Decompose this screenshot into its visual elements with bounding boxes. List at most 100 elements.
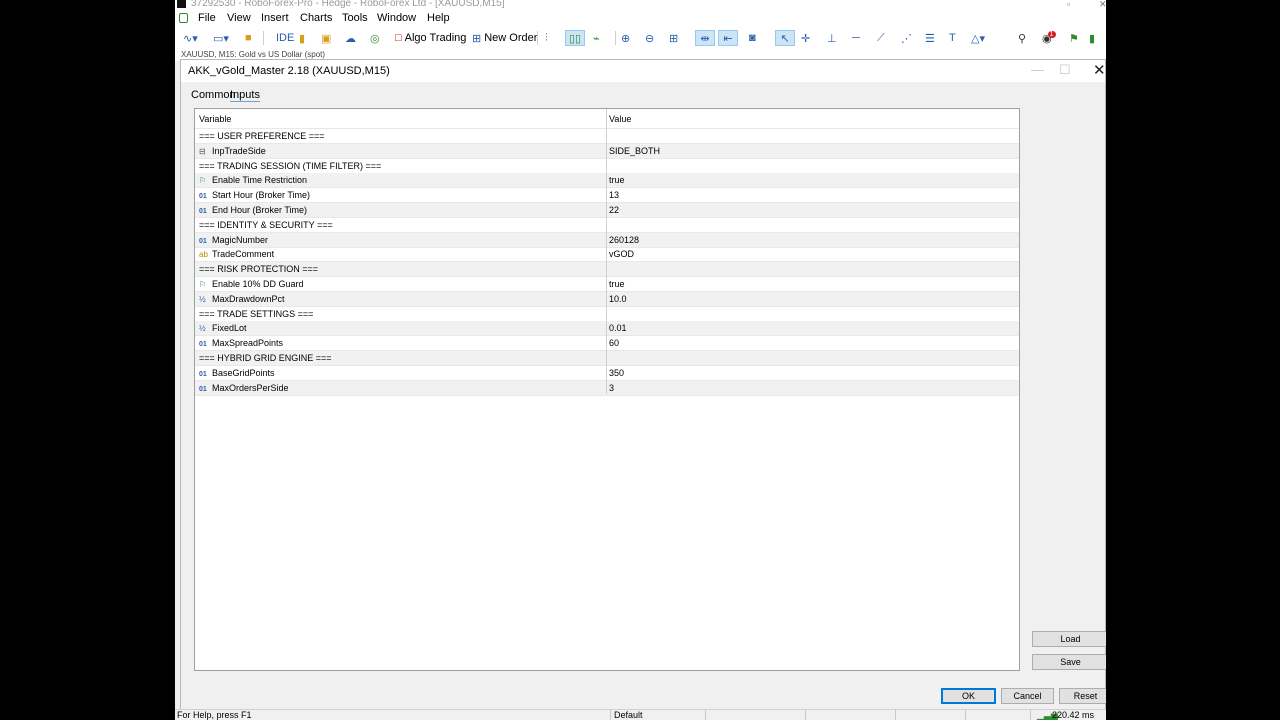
menu-view[interactable]: View	[227, 12, 251, 24]
column-header-value[interactable]: Value	[609, 109, 1009, 128]
menu-window[interactable]: Window	[377, 12, 416, 24]
fibonacci-icon[interactable]: ⋰	[901, 30, 912, 46]
value-cell[interactable]: true	[609, 277, 1009, 291]
minimize-icon[interactable]: —	[1031, 62, 1044, 77]
menu-file[interactable]: File	[198, 12, 216, 24]
zoom-out-icon[interactable]: ⊖	[645, 30, 654, 46]
input-row[interactable]: 01 MagicNumber 260128	[195, 232, 1019, 248]
lock-icon[interactable]: ▮	[299, 30, 305, 46]
input-row[interactable]: ½ MaxDrawdownPct 10.0	[195, 291, 1019, 307]
value-cell[interactable]: vGOD	[609, 247, 1009, 261]
variable-name: Start Hour (Broker Time)	[212, 190, 311, 201]
horizontal-line-icon[interactable]: ─	[852, 30, 860, 46]
dbl-type-icon: ½	[199, 294, 206, 304]
strategy-tester-icon[interactable]: ▣	[321, 30, 331, 46]
tile-windows-icon[interactable]: ⊞	[669, 30, 678, 46]
int-type-icon: 01	[199, 208, 207, 215]
value-cell[interactable]: 350	[609, 366, 1009, 380]
input-row[interactable]: === IDENTITY & SECURITY ===	[195, 218, 1019, 233]
input-row[interactable]: ⚐ Enable Time Restriction true	[195, 173, 1019, 189]
value-cell[interactable]: SIDE_BOTH	[609, 144, 1009, 158]
cloud-icon[interactable]: ☁	[345, 30, 356, 46]
algo-trading-button[interactable]: □ Algo Trading	[395, 30, 466, 46]
line-chart-icon[interactable]: ⌁	[593, 30, 600, 46]
dialog-title: AKK_vGold_Master 2.18 (XAUUSD,M15)	[188, 65, 390, 77]
int-type-icon: 01	[199, 193, 207, 201]
screenshot-icon[interactable]: ◙	[749, 30, 756, 46]
maximize-icon[interactable]: ☐	[1059, 62, 1071, 78]
menu-help[interactable]: Help	[427, 12, 450, 24]
shapes-icon[interactable]: △▾	[971, 30, 985, 46]
input-row[interactable]: === USER PREFERENCE ===	[195, 129, 1019, 144]
bar-chart-icon[interactable]: ⫶	[545, 30, 548, 46]
input-row[interactable]: === TRADE SETTINGS ===	[195, 307, 1019, 322]
reset-button[interactable]: Reset	[1059, 688, 1106, 704]
trading-status-icon[interactable]: ▮	[1089, 30, 1095, 46]
value-cell[interactable]: 260128	[609, 233, 1009, 247]
value-cell[interactable]: 60	[609, 336, 1009, 350]
market-icon[interactable]: ■	[245, 30, 252, 46]
value-cell[interactable]: 13	[609, 188, 1009, 202]
input-row[interactable]: ab TradeComment vGOD	[195, 247, 1019, 263]
input-row[interactable]: === RISK PROTECTION ===	[195, 262, 1019, 278]
chart-type-icon[interactable]: ∿▾	[183, 30, 198, 46]
input-row[interactable]: 01 Start Hour (Broker Time) 13	[195, 188, 1019, 204]
variable-name: MagicNumber	[212, 234, 269, 245]
app-logo-icon	[177, 0, 186, 8]
input-row[interactable]: 01 MaxSpreadPoints 60	[195, 336, 1019, 352]
value-cell	[609, 129, 1009, 143]
variable-cell: === TRADE SETTINGS ===	[199, 307, 604, 321]
value-cell[interactable]: 3	[609, 381, 1009, 395]
crosshair-icon[interactable]: ✛	[801, 30, 810, 46]
value-cell[interactable]: 10.0	[609, 292, 1009, 306]
variable-cell: ⚐ Enable Time Restriction	[199, 173, 604, 187]
notifications-icon[interactable]: ◉ 1	[1042, 30, 1056, 46]
input-row[interactable]: 01 BaseGridPoints 350	[195, 366, 1019, 381]
search-icon[interactable]: ⚲	[1018, 30, 1026, 46]
algo-trading-label: Algo Trading	[404, 32, 467, 44]
input-row[interactable]: === TRADING SESSION (TIME FILTER) ===	[195, 159, 1019, 174]
value-cell[interactable]: 22	[609, 203, 1009, 217]
menu-tools[interactable]: Tools	[342, 12, 368, 24]
ide-button[interactable]: IDE	[273, 30, 294, 46]
tab-inputs[interactable]: Inputs	[230, 89, 260, 102]
input-row[interactable]: === HYBRID GRID ENGINE ===	[195, 351, 1019, 366]
variable-cell: === USER PREFERENCE ===	[199, 129, 604, 143]
cancel-button[interactable]: Cancel	[1001, 688, 1054, 704]
app-menu-icon[interactable]	[179, 13, 188, 23]
restore-icon[interactable]: ▫	[1067, 0, 1070, 9]
channel-icon[interactable]: ☰	[925, 30, 935, 46]
vertical-line-icon[interactable]: ⊥	[827, 30, 837, 46]
timeframe-icon[interactable]: ▭▾	[213, 30, 229, 46]
zoom-in-icon[interactable]: ⊕	[621, 30, 630, 46]
new-order-button[interactable]: ⊞ New Order	[472, 30, 537, 46]
column-divider[interactable]	[606, 109, 607, 394]
cursor-icon[interactable]: ↖	[775, 30, 795, 46]
chart-shift-icon[interactable]: ⇤	[718, 30, 738, 46]
input-row[interactable]: ⚐ Enable 10% DD Guard true	[195, 277, 1019, 292]
input-row[interactable]: 01 End Hour (Broker Time) 22	[195, 203, 1019, 218]
save-button[interactable]: Save	[1032, 654, 1106, 670]
value-cell[interactable]: 0.01	[609, 321, 1009, 335]
load-button[interactable]: Load	[1032, 631, 1106, 647]
trendline-icon[interactable]: ⟋	[877, 30, 885, 46]
new-order-label: New Order	[484, 32, 538, 44]
text-tool-icon[interactable]: T	[949, 30, 956, 46]
input-row[interactable]: ⊟ InpTradeSide SIDE_BOTH	[195, 143, 1019, 159]
auto-scroll-icon[interactable]: ⇹	[695, 30, 715, 46]
menu-charts[interactable]: Charts	[300, 12, 332, 24]
tab-common[interactable]: Common	[191, 89, 236, 101]
vps-icon[interactable]: ◎	[370, 30, 380, 46]
chart-tab[interactable]: XAUUSD, M15: Gold vs US Dollar (spot)	[181, 50, 325, 59]
input-row[interactable]: 01 MaxOrdersPerSide 3	[195, 380, 1019, 396]
candle-chart-icon[interactable]: ▯▯	[565, 30, 585, 46]
input-row[interactable]: ½ FixedLot 0.01	[195, 321, 1019, 337]
menu-insert[interactable]: Insert	[261, 12, 289, 24]
column-header-variable[interactable]: Variable	[199, 109, 604, 128]
ok-button[interactable]: OK	[941, 688, 996, 704]
value-cell[interactable]: true	[609, 173, 1009, 187]
close-dialog-icon[interactable]: ✕	[1093, 61, 1106, 79]
signal-icon[interactable]: ⚑	[1069, 30, 1079, 46]
close-window-icon[interactable]: ✕	[1099, 0, 1106, 9]
variable-cell: 01 BaseGridPoints	[199, 366, 604, 380]
